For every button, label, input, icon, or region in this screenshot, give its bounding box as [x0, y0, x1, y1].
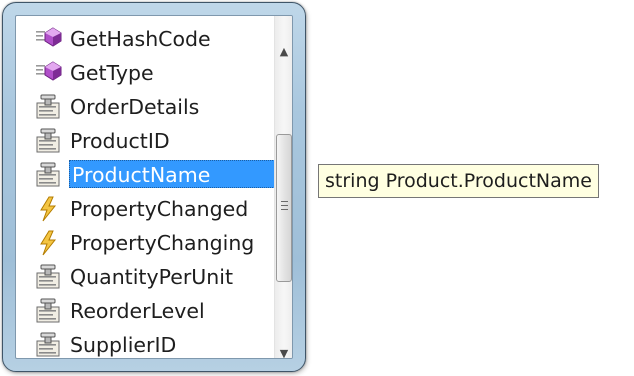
method-icon — [34, 59, 64, 87]
property-icon — [34, 297, 64, 325]
list-item-label: ProductName — [69, 160, 275, 188]
scroll-up-arrow-icon[interactable]: ▲ — [275, 40, 292, 62]
list-item-quantityperunit[interactable]: QuantityPerUnit — [16, 260, 272, 294]
list-item-label: SupplierID — [70, 333, 177, 357]
list-item-propertychanged[interactable]: PropertyChanged — [16, 192, 272, 226]
scroll-down-arrow-icon[interactable]: ▼ — [275, 342, 292, 359]
thumb-grip-icon — [281, 201, 288, 210]
completion-popup: GetHashCode GetType OrderDetails Product… — [2, 2, 306, 372]
property-icon — [34, 161, 64, 189]
property-icon — [34, 263, 64, 291]
list-item-orderdetails[interactable]: OrderDetails — [16, 90, 272, 124]
list-item-label: ReorderLevel — [70, 299, 205, 323]
event-icon — [34, 229, 64, 257]
event-icon — [34, 195, 64, 223]
list-item-gettype[interactable]: GetType — [16, 56, 272, 90]
property-icon — [34, 331, 64, 358]
list-item-productname[interactable]: ProductName — [16, 158, 275, 192]
vertical-scrollbar[interactable]: ▲ ▼ — [274, 16, 292, 359]
list-item-propertychanging[interactable]: PropertyChanging — [16, 226, 272, 260]
list-item-label: PropertyChanged — [70, 197, 249, 221]
list-item-supplierid[interactable]: SupplierID — [16, 328, 272, 358]
list-item-reorderlevel[interactable]: ReorderLevel — [16, 294, 272, 328]
list-item-label: OrderDetails — [70, 95, 200, 119]
list-item-gethashcode[interactable]: GetHashCode — [16, 22, 272, 56]
list-item-label: GetHashCode — [70, 27, 211, 51]
list-item-label: ProductID — [70, 129, 170, 153]
completion-list-box: GetHashCode GetType OrderDetails Product… — [15, 15, 293, 359]
list-item-label: GetType — [70, 61, 154, 85]
scrollbar-thumb[interactable] — [276, 134, 292, 282]
property-icon — [34, 93, 64, 121]
intellisense-stage: GetHashCode GetType OrderDetails Product… — [0, 0, 634, 376]
list-item-label: QuantityPerUnit — [70, 265, 233, 289]
quickinfo-tooltip: string Product.ProductName — [318, 164, 599, 198]
completion-list: GetHashCode GetType OrderDetails Product… — [16, 16, 275, 358]
method-icon — [34, 25, 64, 53]
list-item-productid[interactable]: ProductID — [16, 124, 272, 158]
property-icon — [34, 127, 64, 155]
list-item-label: PropertyChanging — [70, 231, 255, 255]
